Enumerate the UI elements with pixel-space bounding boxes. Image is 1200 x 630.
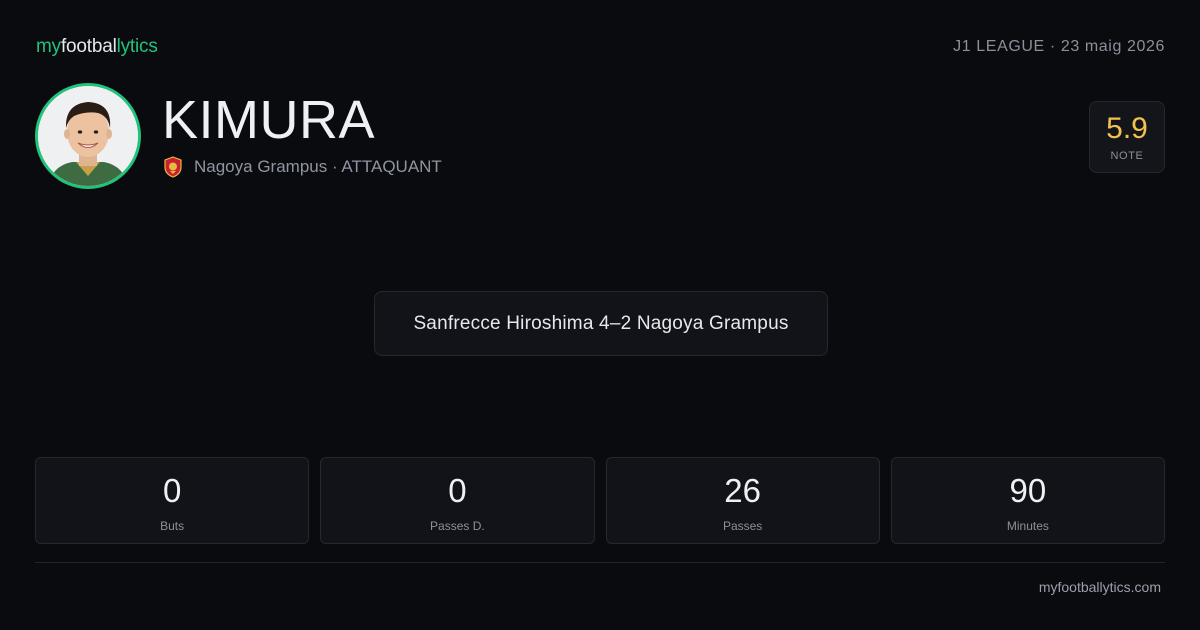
stat-goals: 0 Buts	[35, 457, 310, 544]
stat-assists: 0 Passes D.	[320, 457, 595, 544]
match-summary[interactable]: Sanfrecce Hiroshima 4–2 Nagoya Grampus	[374, 291, 828, 356]
match-summary-text: Sanfrecce Hiroshima 4–2 Nagoya Grampus	[413, 312, 789, 334]
brand-part-footbal: footbal	[60, 36, 117, 57]
player-name: KIMURA	[162, 90, 376, 150]
rating-card: 5.9 NOTE	[1089, 101, 1165, 173]
nagoya-grampus-crest-icon	[162, 156, 184, 178]
team-position-text: Nagoya Grampus · ATTAQUANT	[194, 157, 442, 176]
stat-label: Passes	[722, 519, 763, 533]
rating-label: NOTE	[1110, 150, 1144, 162]
rating-value: 5.9	[1106, 112, 1148, 145]
player-photo-icon	[38, 86, 138, 186]
stat-label: Buts	[160, 519, 185, 533]
stat-value: 26	[724, 472, 761, 509]
stat-value: 0	[162, 472, 182, 509]
player-team-position: Nagoya Grampus · ATTAQUANT	[162, 156, 442, 178]
stat-passes: 26 Passes	[605, 457, 880, 544]
brand-part-lytics: lytics	[116, 36, 158, 57]
brand-part-my: my	[36, 36, 61, 57]
stats-row: 0 Buts 0 Passes D. 26 Passes 90 Minutes	[35, 457, 1165, 544]
player-avatar	[35, 83, 141, 189]
footer-divider	[35, 562, 1165, 563]
stat-minutes: 90 Minutes	[890, 457, 1165, 544]
stat-value: 90	[1009, 472, 1047, 509]
footer-site-link[interactable]: myfootballytics.com	[1039, 579, 1161, 595]
league-date: J1 LEAGUE · 23 maig 2026	[953, 38, 1165, 55]
brand-logo[interactable]: myfootballytics	[36, 36, 158, 58]
stat-value: 0	[448, 472, 467, 509]
stat-label: Passes D.	[430, 519, 485, 533]
stat-label: Minutes	[1006, 519, 1049, 533]
